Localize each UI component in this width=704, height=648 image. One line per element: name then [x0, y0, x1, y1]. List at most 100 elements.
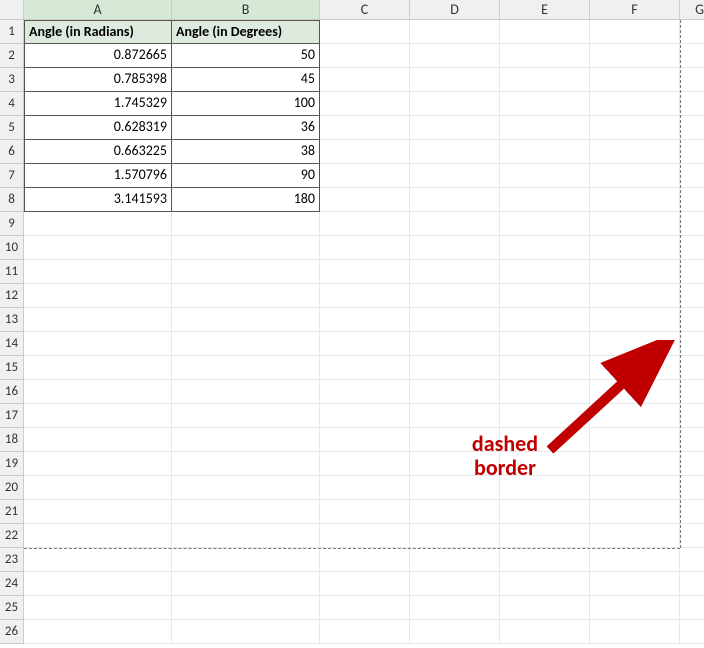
cell-e8[interactable] — [500, 188, 590, 212]
cell-d2[interactable] — [410, 44, 500, 68]
cell-g11[interactable] — [680, 260, 704, 284]
cell-c2[interactable] — [320, 44, 410, 68]
cell-g24[interactable] — [680, 572, 704, 596]
row-header-19[interactable]: 19 — [0, 452, 24, 476]
cell-e6[interactable] — [500, 140, 590, 164]
cell-d7[interactable] — [410, 164, 500, 188]
cell-f19[interactable] — [590, 452, 680, 476]
cell-g15[interactable] — [680, 356, 704, 380]
column-header-f[interactable]: F — [590, 0, 680, 20]
cell-b7[interactable]: 90 — [172, 164, 320, 188]
column-header-a[interactable]: A — [24, 0, 172, 20]
cell-f22[interactable] — [590, 524, 680, 548]
cell-e14[interactable] — [500, 332, 590, 356]
cell-f8[interactable] — [590, 188, 680, 212]
cell-a19[interactable] — [24, 452, 172, 476]
cell-d4[interactable] — [410, 92, 500, 116]
cell-f10[interactable] — [590, 236, 680, 260]
row-header-15[interactable]: 15 — [0, 356, 24, 380]
cell-a6[interactable]: 0.663225 — [24, 140, 172, 164]
cell-a17[interactable] — [24, 404, 172, 428]
cell-a18[interactable] — [24, 428, 172, 452]
cell-a10[interactable] — [24, 236, 172, 260]
cell-a24[interactable] — [24, 572, 172, 596]
cell-a5[interactable]: 0.628319 — [24, 116, 172, 140]
cell-d8[interactable] — [410, 188, 500, 212]
cell-c5[interactable] — [320, 116, 410, 140]
cell-e3[interactable] — [500, 68, 590, 92]
cell-b23[interactable] — [172, 548, 320, 572]
cell-b15[interactable] — [172, 356, 320, 380]
row-header-17[interactable]: 17 — [0, 404, 24, 428]
cell-a2[interactable]: 0.872665 — [24, 44, 172, 68]
cell-e11[interactable] — [500, 260, 590, 284]
cell-e23[interactable] — [500, 548, 590, 572]
row-header-5[interactable]: 5 — [0, 116, 24, 140]
row-header-12[interactable]: 12 — [0, 284, 24, 308]
cell-d26[interactable] — [410, 620, 500, 644]
cell-d19[interactable] — [410, 452, 500, 476]
cell-b13[interactable] — [172, 308, 320, 332]
cell-c17[interactable] — [320, 404, 410, 428]
cell-b12[interactable] — [172, 284, 320, 308]
row-header-26[interactable]: 26 — [0, 620, 24, 644]
cell-g25[interactable] — [680, 596, 704, 620]
row-header-14[interactable]: 14 — [0, 332, 24, 356]
cell-e5[interactable] — [500, 116, 590, 140]
cell-f6[interactable] — [590, 140, 680, 164]
cell-g17[interactable] — [680, 404, 704, 428]
cell-b14[interactable] — [172, 332, 320, 356]
cell-f20[interactable] — [590, 476, 680, 500]
cell-c14[interactable] — [320, 332, 410, 356]
cell-e16[interactable] — [500, 380, 590, 404]
cell-a26[interactable] — [24, 620, 172, 644]
cell-e24[interactable] — [500, 572, 590, 596]
cell-e26[interactable] — [500, 620, 590, 644]
cell-c4[interactable] — [320, 92, 410, 116]
cell-f14[interactable] — [590, 332, 680, 356]
cell-f24[interactable] — [590, 572, 680, 596]
cell-g19[interactable] — [680, 452, 704, 476]
cell-c21[interactable] — [320, 500, 410, 524]
cell-d18[interactable] — [410, 428, 500, 452]
cell-a16[interactable] — [24, 380, 172, 404]
cell-a14[interactable] — [24, 332, 172, 356]
column-header-c[interactable]: C — [320, 0, 410, 20]
cell-g18[interactable] — [680, 428, 704, 452]
column-header-d[interactable]: D — [410, 0, 500, 20]
cell-g22[interactable] — [680, 524, 704, 548]
cell-b16[interactable] — [172, 380, 320, 404]
cell-g7[interactable] — [680, 164, 704, 188]
cell-d5[interactable] — [410, 116, 500, 140]
cell-b2[interactable]: 50 — [172, 44, 320, 68]
cell-g20[interactable] — [680, 476, 704, 500]
cell-b21[interactable] — [172, 500, 320, 524]
cell-a23[interactable] — [24, 548, 172, 572]
cell-g4[interactable] — [680, 92, 704, 116]
cell-b3[interactable]: 45 — [172, 68, 320, 92]
cell-e4[interactable] — [500, 92, 590, 116]
cell-b1[interactable]: Angle (in Degrees) — [172, 20, 320, 44]
cell-e20[interactable] — [500, 476, 590, 500]
cell-b19[interactable] — [172, 452, 320, 476]
cell-b20[interactable] — [172, 476, 320, 500]
cell-f12[interactable] — [590, 284, 680, 308]
row-header-10[interactable]: 10 — [0, 236, 24, 260]
cell-e13[interactable] — [500, 308, 590, 332]
cell-g21[interactable] — [680, 500, 704, 524]
cell-e17[interactable] — [500, 404, 590, 428]
cell-b6[interactable]: 38 — [172, 140, 320, 164]
row-header-1[interactable]: 1 — [0, 20, 24, 44]
cell-c12[interactable] — [320, 284, 410, 308]
row-header-20[interactable]: 20 — [0, 476, 24, 500]
cell-e12[interactable] — [500, 284, 590, 308]
cell-f5[interactable] — [590, 116, 680, 140]
cell-g23[interactable] — [680, 548, 704, 572]
cell-c9[interactable] — [320, 212, 410, 236]
cell-f23[interactable] — [590, 548, 680, 572]
cell-f16[interactable] — [590, 380, 680, 404]
cell-g26[interactable] — [680, 620, 704, 644]
cell-f3[interactable] — [590, 68, 680, 92]
cell-g10[interactable] — [680, 236, 704, 260]
cell-b9[interactable] — [172, 212, 320, 236]
